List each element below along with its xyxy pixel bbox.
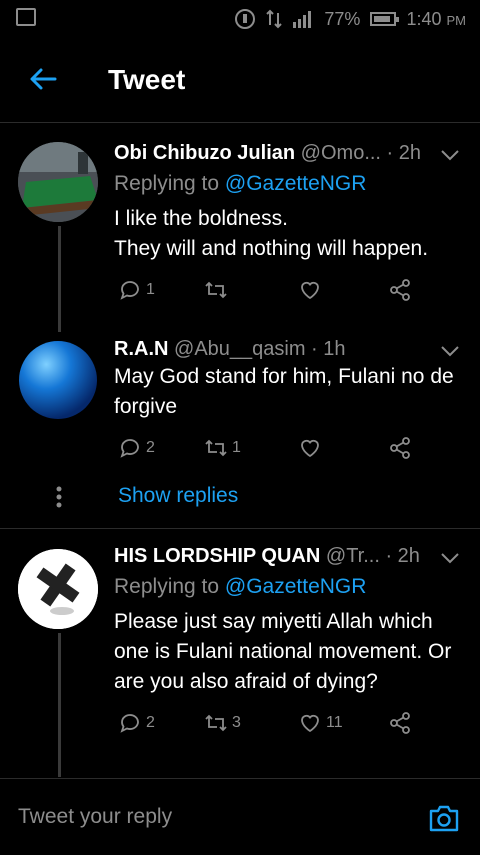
share-button[interactable] xyxy=(388,711,412,735)
reply-composer: Tweet your reply xyxy=(0,778,480,855)
reply-count: 2 xyxy=(146,714,155,731)
clock: 1:40 PM xyxy=(406,9,466,30)
tweet-text-line: one is Fulani national movement. Or xyxy=(114,640,452,663)
tweet-author[interactable]: Obi Chibuzo Julian @Omo... · 2h xyxy=(114,142,421,165)
tweet-text-line: are you also afraid of dying? xyxy=(114,670,378,693)
author-name: Obi Chibuzo Julian xyxy=(114,142,296,164)
retweet-icon xyxy=(205,714,227,732)
like-count: 11 xyxy=(326,714,343,731)
retweet-button[interactable] xyxy=(204,278,232,302)
share-button[interactable] xyxy=(388,278,412,302)
snooker-table-photo xyxy=(18,142,98,222)
share-button[interactable] xyxy=(388,436,412,460)
battery-percent: 77% xyxy=(324,8,361,29)
like-button[interactable]: 11 xyxy=(298,711,343,735)
tweet-item[interactable]: R.A.N @Abu__qasim · 1h May God stand for… xyxy=(0,332,480,528)
clock-time: 1:40 xyxy=(406,8,442,29)
reply-button[interactable]: 2 xyxy=(118,436,155,460)
replying-to-link[interactable]: @GazetteNGR xyxy=(225,575,367,598)
more-replies-dots-icon xyxy=(56,486,62,508)
retweet-icon xyxy=(205,281,227,299)
heart-icon xyxy=(301,439,319,458)
retweet-button[interactable]: 3 xyxy=(204,711,241,735)
share-icon xyxy=(390,437,410,459)
blue-globe-image xyxy=(18,340,98,420)
top-app-bar: Tweet xyxy=(0,38,480,123)
tweet-text: Please just say miyetti Allah which one … xyxy=(114,607,464,697)
author-name: HIS LORDSHIP QUAN xyxy=(114,545,321,567)
tweet-text-line: Please just say miyetti Allah which xyxy=(114,610,433,633)
like-button[interactable] xyxy=(298,278,326,302)
share-icon xyxy=(390,712,410,734)
status-bar: 77% 1:40 PM xyxy=(0,0,480,38)
tweet-item[interactable]: HIS LORDSHIP QUAN @Tr... · 2h Replying t… xyxy=(0,529,480,777)
replying-prefix: Replying to xyxy=(114,172,225,195)
replying-to-link[interactable]: @GazetteNGR xyxy=(225,172,367,195)
reply-input[interactable]: Tweet your reply xyxy=(18,805,172,829)
author-handle-time: @Tr... · 2h xyxy=(325,545,420,567)
heart-icon xyxy=(301,714,319,733)
retweet-icon xyxy=(205,439,227,457)
retweet-button[interactable]: 1 xyxy=(204,436,241,460)
reply-icon xyxy=(120,281,139,300)
reply-icon xyxy=(120,714,139,733)
back-arrow-icon[interactable] xyxy=(28,64,58,94)
tweet-item[interactable]: Obi Chibuzo Julian @Omo... · 2h Replying… xyxy=(0,122,480,332)
reply-button[interactable]: 1 xyxy=(118,278,155,302)
tweet-text: I like the boldness. They will and nothi… xyxy=(114,204,464,264)
tweet-text-line: I like the boldness. xyxy=(114,207,288,230)
tweet-text-line: They will and nothing will happen. xyxy=(114,237,429,260)
data-alert-icon xyxy=(235,9,256,29)
thread-line xyxy=(58,226,61,332)
replying-prefix: Replying to xyxy=(114,575,225,598)
avatar[interactable] xyxy=(18,549,98,629)
author-name: R.A.N xyxy=(114,338,169,360)
reply-button[interactable]: 2 xyxy=(118,711,155,735)
logo-image xyxy=(18,549,98,629)
avatar[interactable] xyxy=(18,340,98,420)
author-handle-time: @Omo... · 2h xyxy=(300,142,422,164)
signal-icon xyxy=(293,11,312,28)
reply-icon xyxy=(120,439,139,458)
tweet-author[interactable]: R.A.N @Abu__qasim · 1h xyxy=(114,338,346,361)
data-transfer-icon xyxy=(266,9,283,29)
chevron-down-icon[interactable] xyxy=(440,344,460,358)
tweet-text: May God stand for him, Fulani no de forg… xyxy=(114,362,464,422)
tweet-text-line: May God stand for him, Fulani no de xyxy=(114,365,454,388)
replying-to: Replying to @GazetteNGR xyxy=(114,172,366,196)
author-handle-time: @Abu__qasim · 1h xyxy=(174,338,346,360)
tweet-actions: 1 xyxy=(118,278,418,302)
chevron-down-icon[interactable] xyxy=(440,551,460,565)
battery-icon xyxy=(370,12,400,26)
show-replies-link[interactable]: Show replies xyxy=(118,484,238,508)
reply-count: 2 xyxy=(146,439,155,456)
avatar[interactable] xyxy=(18,142,98,222)
retweet-count: 3 xyxy=(232,714,241,731)
gallery-icon xyxy=(16,8,36,26)
tweet-actions: 2 1 xyxy=(118,436,418,460)
share-icon xyxy=(390,279,410,301)
thread-line xyxy=(58,633,61,777)
tweet-actions: 2 3 11 xyxy=(118,711,418,735)
page-title: Tweet xyxy=(108,64,186,95)
replying-to: Replying to @GazetteNGR xyxy=(114,575,366,599)
like-button[interactable] xyxy=(298,436,326,460)
tweet-author[interactable]: HIS LORDSHIP QUAN @Tr... · 2h xyxy=(114,545,420,568)
retweet-count: 1 xyxy=(232,439,241,456)
clock-ampm: PM xyxy=(446,12,467,28)
heart-icon xyxy=(301,281,319,300)
reply-count: 1 xyxy=(146,281,155,298)
camera-icon[interactable] xyxy=(428,803,460,833)
chevron-down-icon[interactable] xyxy=(440,148,460,162)
tweet-text-line: forgive xyxy=(114,395,178,418)
